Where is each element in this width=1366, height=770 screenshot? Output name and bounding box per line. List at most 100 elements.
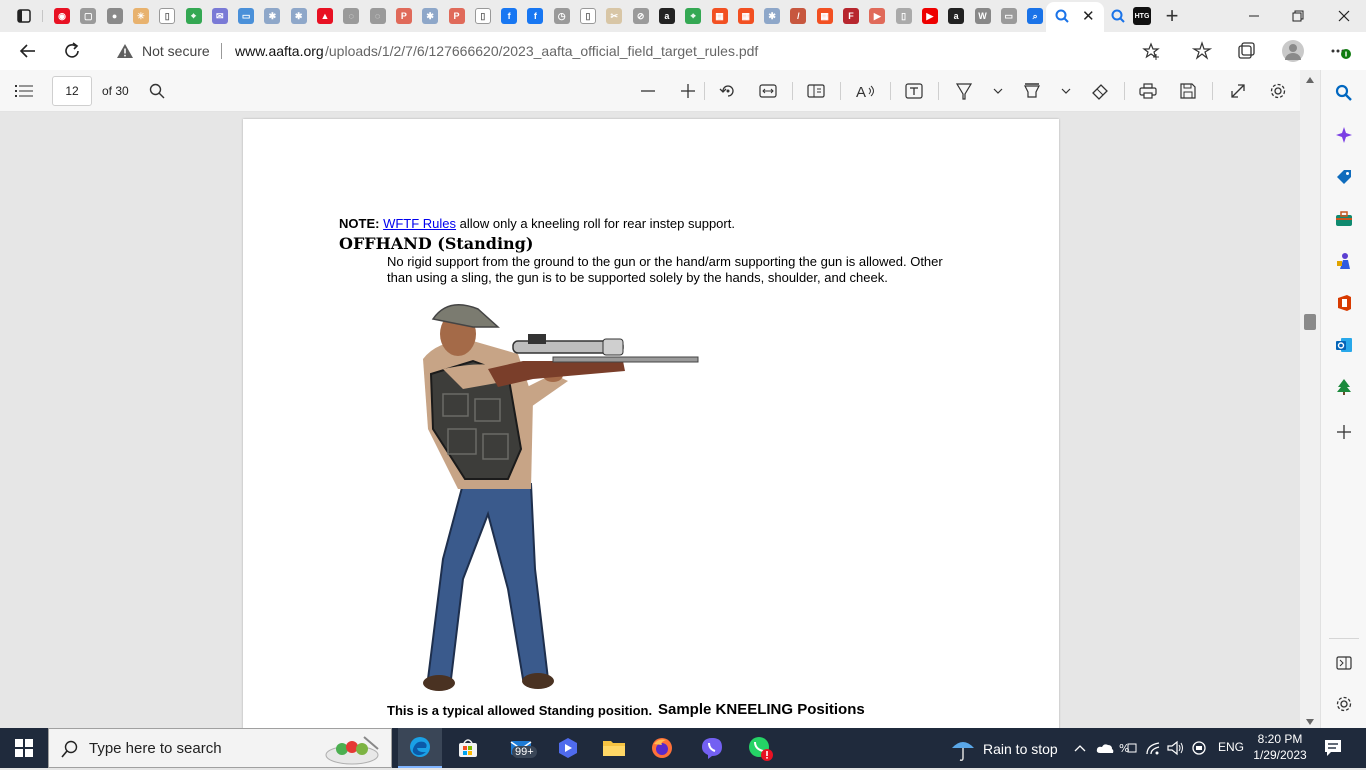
sidebar-outlook-icon[interactable] bbox=[1334, 335, 1354, 355]
input-indicator-icon[interactable]: % bbox=[1117, 728, 1139, 768]
read-aloud-icon[interactable]: A bbox=[856, 81, 876, 101]
site-tab-favicon-icon[interactable]: ◌ bbox=[339, 4, 363, 28]
warning-tab-favicon-icon[interactable]: ▲ bbox=[313, 4, 337, 28]
pdf-tab-favicon-icon[interactable]: P bbox=[445, 4, 469, 28]
weather-widget[interactable]: Rain to stop bbox=[940, 728, 1070, 768]
add-favorite-icon[interactable] bbox=[1142, 42, 1162, 62]
maps-tab-favicon-icon[interactable]: ⌖ bbox=[681, 4, 705, 28]
sidebar-office-icon[interactable] bbox=[1334, 293, 1354, 313]
refresh-icon[interactable] bbox=[62, 41, 82, 61]
taskbar-whatsapp-icon[interactable] bbox=[738, 728, 782, 768]
contents-icon[interactable] bbox=[14, 81, 34, 101]
vertical-scrollbar[interactable] bbox=[1300, 70, 1320, 728]
sidebar-tools-icon[interactable] bbox=[1334, 209, 1354, 229]
search-tab-favicon-icon[interactable] bbox=[1106, 4, 1130, 28]
volume-icon[interactable] bbox=[1165, 728, 1187, 768]
clock[interactable]: 8:20 PM 1/29/2023 bbox=[1250, 731, 1310, 765]
battery-icon[interactable] bbox=[1188, 728, 1210, 768]
amazon-tab-favicon-icon[interactable]: a bbox=[655, 4, 679, 28]
amazon-tab-favicon-icon[interactable]: a bbox=[944, 4, 968, 28]
sidebar-settings-gear-icon[interactable] bbox=[1334, 694, 1354, 714]
favorites-icon[interactable] bbox=[1191, 41, 1213, 61]
tab-actions-icon[interactable] bbox=[12, 4, 36, 28]
site-tab-favicon-icon[interactable]: ✱ bbox=[287, 4, 311, 28]
show-hidden-icons-chevron-icon[interactable] bbox=[1070, 728, 1090, 768]
find-icon[interactable] bbox=[147, 81, 167, 101]
address-bar[interactable]: Not secure www.aafta.org /uploads/1/2/7/… bbox=[100, 36, 1178, 66]
app-tab-favicon-icon[interactable]: ▭ bbox=[234, 4, 258, 28]
back-icon[interactable] bbox=[18, 41, 38, 61]
pinterest-tab-favicon-icon[interactable]: ◉ bbox=[50, 4, 74, 28]
youtube-tab-favicon-icon[interactable]: ▶ bbox=[918, 4, 942, 28]
pdf-tab-favicon-icon[interactable]: P bbox=[392, 4, 416, 28]
app-tab-favicon-icon[interactable]: ✳ bbox=[129, 4, 153, 28]
microsoft-tab-favicon-icon[interactable]: ▦ bbox=[708, 4, 732, 28]
maps-tab-favicon-icon[interactable]: ⌖ bbox=[182, 4, 206, 28]
zoom-in-icon[interactable] bbox=[678, 81, 698, 101]
doc-tab-favicon-icon[interactable]: ▯ bbox=[155, 4, 179, 28]
draw-options-chevron-icon[interactable] bbox=[988, 81, 1008, 101]
app-tab-favicon-icon[interactable]: ▢ bbox=[76, 4, 100, 28]
microsoft-tab-favicon-icon[interactable]: ▦ bbox=[734, 4, 758, 28]
print-icon[interactable] bbox=[1138, 81, 1158, 101]
profile-avatar[interactable] bbox=[1282, 40, 1304, 62]
taskbar-store-icon[interactable] bbox=[446, 728, 490, 768]
site-tab-favicon-icon[interactable]: / bbox=[786, 4, 810, 28]
wftf-rules-link[interactable]: WFTF Rules bbox=[383, 216, 456, 231]
sidebar-search-icon[interactable] bbox=[1334, 83, 1354, 103]
sidebar-shopping-icon[interactable] bbox=[1334, 167, 1354, 187]
fit-width-icon[interactable] bbox=[758, 81, 778, 101]
add-text-icon[interactable] bbox=[904, 81, 924, 101]
close-window-button[interactable] bbox=[1332, 4, 1356, 28]
history-tab-favicon-icon[interactable]: ◷ bbox=[550, 4, 574, 28]
erase-icon[interactable] bbox=[1090, 81, 1110, 101]
site-tab-favicon-icon[interactable]: ✱ bbox=[760, 4, 784, 28]
settings-more-icon[interactable] bbox=[1330, 41, 1354, 61]
onedrive-cloud-icon[interactable] bbox=[1095, 728, 1115, 768]
facebook-tab-favicon-icon[interactable]: f bbox=[523, 4, 547, 28]
security-label[interactable]: Not secure bbox=[142, 43, 210, 59]
tab-close-icon[interactable]: ✕ bbox=[1082, 7, 1095, 25]
site-tab-favicon-icon[interactable]: ✂ bbox=[602, 4, 626, 28]
new-tab-button[interactable]: + bbox=[1160, 4, 1184, 28]
taskbar-mail-icon[interactable]: 99+ bbox=[500, 728, 544, 768]
taskbar-viber-icon[interactable] bbox=[690, 728, 734, 768]
save-icon[interactable] bbox=[1178, 81, 1198, 101]
highlight-icon[interactable] bbox=[1022, 81, 1042, 101]
site-tab-favicon-icon[interactable]: ✱ bbox=[418, 4, 442, 28]
highlight-options-chevron-icon[interactable] bbox=[1056, 81, 1076, 101]
site-tab-favicon-icon[interactable]: ✱ bbox=[260, 4, 284, 28]
active-tab[interactable]: ✕ bbox=[1046, 2, 1104, 32]
sidebar-tree-icon[interactable] bbox=[1334, 377, 1354, 397]
taskbar-app-icon[interactable] bbox=[546, 728, 590, 768]
rotate-icon[interactable] bbox=[718, 81, 738, 101]
draw-icon[interactable] bbox=[954, 81, 974, 101]
site-tab-favicon-icon[interactable]: ⊘ bbox=[629, 4, 653, 28]
minimize-button[interactable] bbox=[1242, 4, 1266, 28]
language-indicator[interactable]: ENG bbox=[1218, 740, 1244, 754]
restore-button[interactable] bbox=[1286, 4, 1310, 28]
microsoft-tab-favicon-icon[interactable]: ▦ bbox=[813, 4, 837, 28]
site-tab-favicon-icon[interactable]: ▭ bbox=[997, 4, 1021, 28]
app-tab-favicon-icon[interactable]: ● bbox=[103, 4, 127, 28]
mail-tab-favicon-icon[interactable]: ✉ bbox=[208, 4, 232, 28]
wiki-tab-favicon-icon[interactable]: W bbox=[971, 4, 995, 28]
doc-tab-favicon-icon[interactable]: ▯ bbox=[576, 4, 600, 28]
taskbar-search-box[interactable]: Type here to search bbox=[48, 728, 392, 768]
scroll-thumb[interactable] bbox=[1304, 314, 1316, 330]
doc-tab-favicon-icon[interactable]: ▯ bbox=[892, 4, 916, 28]
start-button[interactable] bbox=[0, 728, 48, 768]
sidebar-add-icon[interactable] bbox=[1334, 422, 1354, 442]
search-tab-favicon-icon[interactable]: ⌕ bbox=[1023, 4, 1047, 28]
taskbar-file-explorer-icon[interactable] bbox=[592, 728, 636, 768]
network-wifi-icon[interactable] bbox=[1143, 728, 1165, 768]
page-number-input[interactable]: 12 bbox=[52, 76, 92, 106]
notifications-icon[interactable] bbox=[1318, 728, 1348, 768]
taskbar-firefox-icon[interactable] bbox=[640, 728, 684, 768]
fullscreen-icon[interactable] bbox=[1228, 81, 1248, 101]
video-tab-favicon-icon[interactable]: ▶ bbox=[865, 4, 889, 28]
collections-icon[interactable] bbox=[1236, 41, 1256, 61]
site-tab-favicon-icon[interactable]: ◌ bbox=[366, 4, 390, 28]
sidebar-games-icon[interactable] bbox=[1334, 251, 1354, 271]
scroll-down-arrow-icon[interactable] bbox=[1305, 714, 1315, 725]
